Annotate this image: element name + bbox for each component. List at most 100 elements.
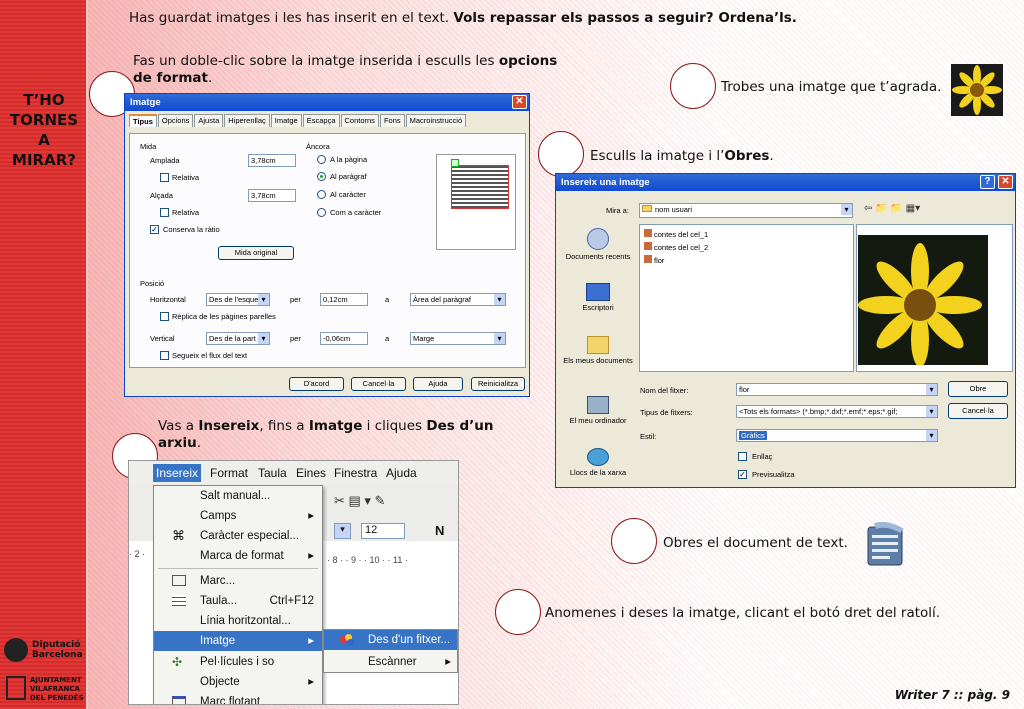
shield-icon [6,676,26,700]
anchor-paragraph-radio[interactable] [317,172,326,181]
ruler: · 8 · · 9 · · 10 · · 11 · [327,555,408,565]
insert-image-dialog: Insereix una imatge? ✕ Mira a: nom usuari… [555,173,1016,488]
image-file-icon [340,634,356,646]
link-checkbox[interactable] [738,452,747,461]
step-text-save-image: Anomenes i deses la imatge, clicant el b… [545,605,941,621]
menu-item-marc[interactable]: Marc... [154,571,322,591]
toolbar-icons[interactable]: ⇦ 📁 📁 ▦▾ [864,203,944,218]
sidebar-title: T’HO TORNES A MIRAR? [9,91,79,169]
place-desktop[interactable]: Escriptori [560,279,636,321]
menu-ajuda[interactable]: Ajuda [383,464,420,482]
flower-preview [858,235,988,367]
menu-format[interactable]: Format [207,464,251,482]
menu-eines[interactable]: Eines [293,464,329,482]
toolbar-icons[interactable]: ✂ ▤ ▾ ✎ [334,493,434,511]
original-size-button[interactable]: Mida original [218,246,294,260]
tab-contorns[interactable]: Contorns [340,114,379,127]
list-item[interactable]: contes del cel_1 [644,229,708,239]
network-icon [587,448,609,466]
relative-width-checkbox[interactable] [160,173,169,182]
tab-tipus[interactable]: Tipus [129,114,157,127]
table-icon [172,595,186,606]
list-item[interactable]: flor [644,255,664,265]
ok-button[interactable]: D'acord [289,377,344,391]
order-circle-3[interactable] [538,131,584,177]
submenu-des-dun-fitxer[interactable]: Des d'un fitxer... [324,630,457,650]
tab-escapca[interactable]: Escapça [302,114,340,127]
tab-imatge[interactable]: Imatge [270,114,302,127]
reset-button[interactable]: Reinicialitza [471,377,525,391]
help-icon[interactable]: ? [980,175,995,189]
relative-height-checkbox[interactable] [160,208,169,217]
tab-macroinstruccio[interactable]: Macroinstrucció [405,114,467,127]
font-size-field[interactable]: 12 [361,523,405,539]
menu-item-marca-format[interactable]: Marca de format ▸ [154,546,322,566]
menu-item-salt-manual[interactable]: Salt manual... [154,486,322,506]
filetype-select[interactable]: <Tots els formats> (*.bmp;*.dxf;*.emf;*.… [736,405,938,418]
step-text-open-doc: Obres el document de text. [663,535,848,551]
close-icon[interactable]: ✕ [512,95,527,109]
page-footer: Writer 7 :: pàg. 9 [894,688,1010,702]
submenu-escanner[interactable]: Escànner ▸ [324,652,457,672]
vertical-offset-field[interactable]: -0,06cm [320,332,368,345]
step-text-insert: Vas a Insereix, fins a Imatge i cliques … [158,418,494,451]
menu-taula[interactable]: Taula [255,464,290,482]
menu-item-pellicules[interactable]: ✣ Pel·lícules i so [154,652,322,672]
tab-hiperenllac[interactable]: Hiperenllaç [224,114,270,127]
image-submenu: Des d'un fitxer... Escànner ▸ [323,629,458,673]
horizontal-offset-field[interactable]: 0,12cm [320,293,368,306]
flower-icon [952,65,1002,115]
follow-flow-checkbox[interactable] [160,351,169,360]
dialog-tabs: Tipus Opcions Ajusta Hiperenllaç Imatge … [125,111,529,127]
close-icon[interactable]: ✕ [998,175,1013,189]
tab-ajusta[interactable]: Ajusta [194,114,224,127]
special-char-icon: ⌘ [172,528,185,543]
look-in-select[interactable]: nom usuari [639,203,853,218]
cancel-button[interactable]: Cancel·la [351,377,406,391]
horizontal-select[interactable]: Des de l'esquerra [206,293,270,306]
menu-finestra[interactable]: Finestra [331,464,380,482]
chevron-down-icon[interactable]: ▾ [334,523,351,539]
mirror-checkbox[interactable] [160,312,169,321]
menu-item-marc-flotant[interactable]: Marc flotant [154,692,322,704]
anchor-page-radio[interactable] [317,155,326,164]
step-text-open-image: Esculls la imatge i l’Obres. [590,148,774,164]
keep-ratio-checkbox[interactable]: ✓ [150,225,159,234]
anchor-char-radio[interactable] [317,190,326,199]
order-circle-2[interactable] [670,63,716,109]
flower-thumbnail [951,64,1003,116]
tab-fons[interactable]: Fons [379,114,405,127]
menu-item-imatge[interactable]: Imatge ▸ [154,631,322,651]
place-computer[interactable]: El meu ordinador [560,392,636,434]
menu-insereix[interactable]: Insereix [153,464,202,482]
preview-checkbox[interactable]: ✓ [738,470,747,479]
dialog-titlebar: Imatge ✕ [125,94,529,111]
place-network[interactable]: Llocs de la xarxa [560,444,636,486]
menu-item-camps[interactable]: Camps ▸ [154,506,322,526]
filename-field[interactable]: flor [736,383,938,396]
list-item[interactable]: contes del cel_2 [644,242,708,252]
menu-item-objecte[interactable]: Objecte ▸ [154,672,322,692]
width-field[interactable]: 3,78cm [248,154,296,167]
height-field[interactable]: 3,78cm [248,189,296,202]
horizontal-relative-select[interactable]: Àrea del paràgraf [410,293,506,306]
menu-item-linia[interactable]: Línia horitzontal... [154,611,322,631]
order-circle-6[interactable] [495,589,541,635]
vertical-select[interactable]: Des de la part superior [206,332,270,345]
bold-icon[interactable]: N [435,523,444,538]
anchor-as-char-radio[interactable] [317,208,326,217]
tab-opcions[interactable]: Opcions [157,114,194,127]
style-select[interactable]: Gràfics [736,429,938,442]
vertical-relative-select[interactable]: Marge [410,332,506,345]
frame-icon [172,575,186,586]
cancel-button[interactable]: Cancel·la [948,403,1008,419]
place-documents[interactable]: Els meus documents [560,332,636,384]
menu-item-caracter-especial[interactable]: ⌘ Caràcter especial... [154,526,322,546]
menu-item-taula[interactable]: Taula... Ctrl+F12 [154,591,322,611]
order-circle-5[interactable] [611,518,657,564]
flower-icon [858,243,982,367]
help-button[interactable]: Ajuda [413,377,463,391]
place-recent[interactable]: Documents recents [560,224,636,276]
desktop-icon [586,283,610,301]
open-button[interactable]: Obre [948,381,1008,397]
